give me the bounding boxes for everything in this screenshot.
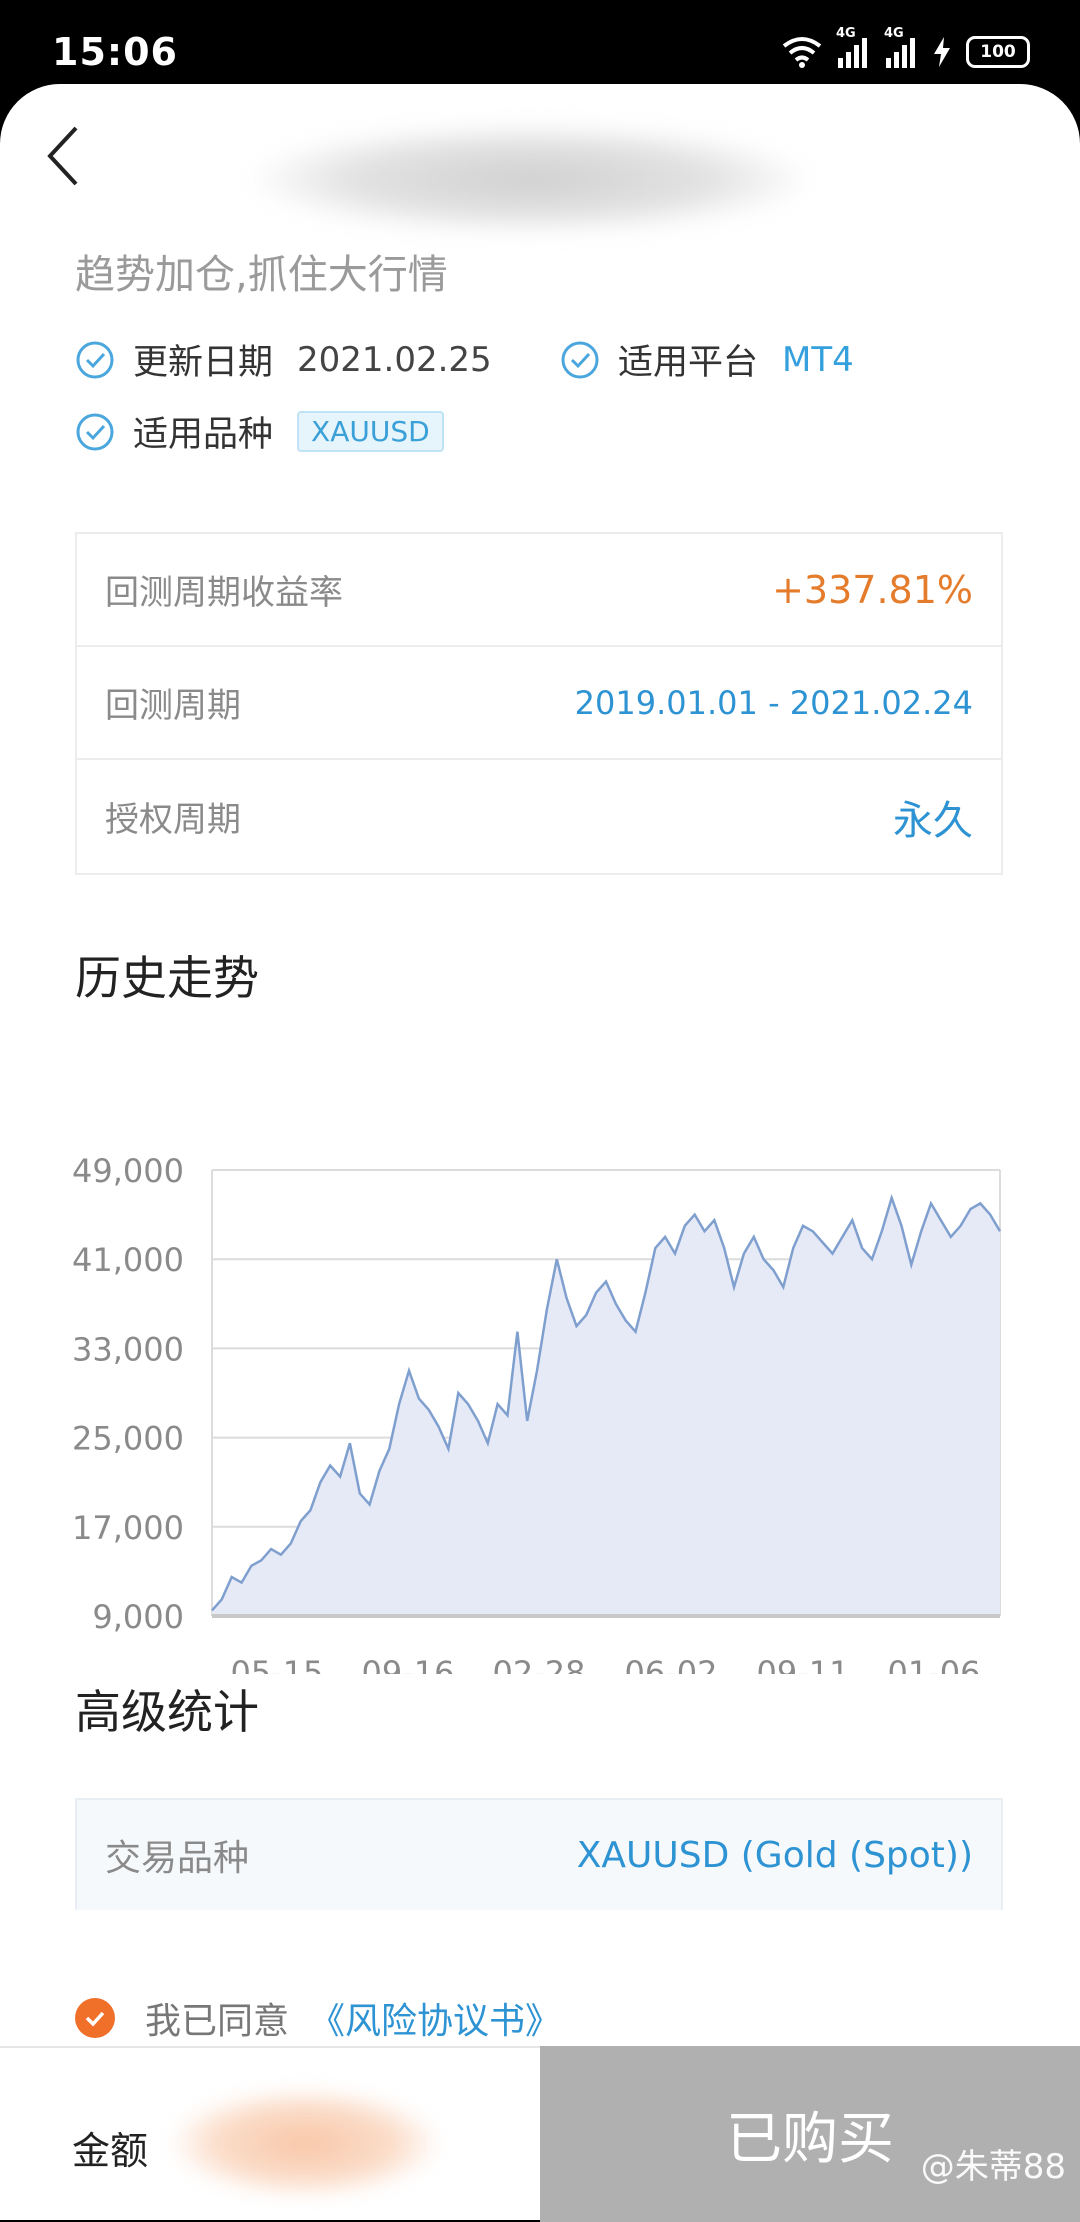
status-time: 15:06 (52, 30, 178, 74)
wifi-icon (782, 37, 822, 68)
net-type-2: 4G (884, 26, 904, 41)
bottom-bar: 金额 已购买 @朱蒂88 (0, 2046, 1080, 2222)
signal-icon: 4G (836, 26, 870, 68)
amount-label: 金额 (72, 2129, 149, 2173)
x-tick-label: 09-16 (362, 1654, 455, 1674)
charging-icon (934, 37, 950, 67)
y-tick-label: 9,000 (92, 1598, 184, 1636)
info-label: 回测周期收益率 (105, 573, 343, 613)
y-tick-label: 33,000 (72, 1330, 184, 1368)
signal-icon: 4G (884, 26, 918, 68)
x-tick-label: 05-15 (231, 1654, 324, 1674)
info-table: 回测周期收益率 +337.81% 回测周期 2019.01.01 - 2021.… (75, 532, 1003, 875)
agree-text: 我已同意 (145, 2001, 290, 2042)
history-chart: 49,000 41,000 33,000 25,000 17,000 9,000 05-15… (72, 1152, 1002, 1674)
bought-label: 已购买 (726, 2106, 894, 2172)
blurred-title (250, 124, 810, 234)
y-tick-label: 17,000 (72, 1509, 184, 1547)
info-row-license: 授权周期 永久 (77, 760, 1001, 873)
x-tick-label: 09-11 (757, 1654, 850, 1674)
license-value: 永久 (893, 797, 973, 844)
info-label: 回测周期 (105, 686, 241, 726)
check-circle-icon (76, 413, 114, 450)
meta-platform: 适用平台 MT4 (560, 334, 854, 385)
check-circle-icon (561, 341, 599, 378)
platform-label: 适用平台 (618, 343, 759, 383)
y-tick-label: 25,000 (72, 1420, 184, 1458)
info-row-period: 回测周期 2019.01.01 - 2021.02.24 (77, 647, 1001, 760)
product-subtitle: 趋势加仓,抓住大行情 (75, 252, 448, 298)
stats-value: XAUUSD (Gold (Spot)) (576, 1834, 973, 1876)
x-tick-label: 02-28 (493, 1654, 586, 1674)
watermark: @朱蒂88 (920, 2147, 1066, 2187)
amount-value-blurred (170, 2088, 440, 2198)
update-date-value: 2021.02.25 (297, 339, 492, 380)
x-tick-label: 06-02 (625, 1654, 718, 1674)
area-fill (212, 1197, 1000, 1616)
history-title: 历史走势 (75, 951, 259, 1005)
check-circle-icon (76, 341, 114, 378)
stats-label: 交易品种 (105, 1838, 250, 1879)
platform-value: MT4 (782, 339, 854, 380)
agree-checkbox[interactable] (75, 1998, 115, 2038)
stats-title: 高级统计 (75, 1685, 259, 1739)
product-sheet: 趋势加仓,抓住大行情 更新日期 2021.02.25 适用平台 MT4 适用品种… (0, 84, 1080, 2222)
status-icons: 4G 4G 100 (782, 26, 1030, 72)
agreement-row: 我已同意 《风险协议书》 (75, 1992, 561, 2044)
net-type-1: 4G (836, 26, 856, 41)
stats-row-symbol: 交易品种 XAUUSD (Gold (Spot)) (75, 1798, 1003, 1910)
info-label: 授权周期 (105, 800, 241, 840)
meta-symbol: 适用品种 XAUUSD (75, 406, 444, 457)
return-value: +337.81% (772, 567, 973, 612)
symbol-tag: XAUUSD (297, 411, 444, 452)
bought-button[interactable]: 已购买 (540, 2046, 1080, 2222)
chevron-left-icon[interactable] (38, 120, 94, 192)
battery-icon: 100 (966, 36, 1030, 68)
risk-agreement-link[interactable]: 《风险协议书》 (309, 1992, 561, 2044)
meta-update: 更新日期 2021.02.25 (75, 334, 492, 385)
y-tick-label: 49,000 (72, 1152, 184, 1190)
y-tick-label: 41,000 (72, 1241, 184, 1279)
period-value: 2019.01.01 - 2021.02.24 (574, 683, 973, 722)
check-icon (85, 2011, 105, 2027)
x-tick-label: 01-06 (888, 1654, 981, 1674)
info-row-return: 回测周期收益率 +337.81% (77, 534, 1001, 647)
symbol-label: 适用品种 (133, 415, 274, 455)
update-date-label: 更新日期 (133, 343, 274, 383)
